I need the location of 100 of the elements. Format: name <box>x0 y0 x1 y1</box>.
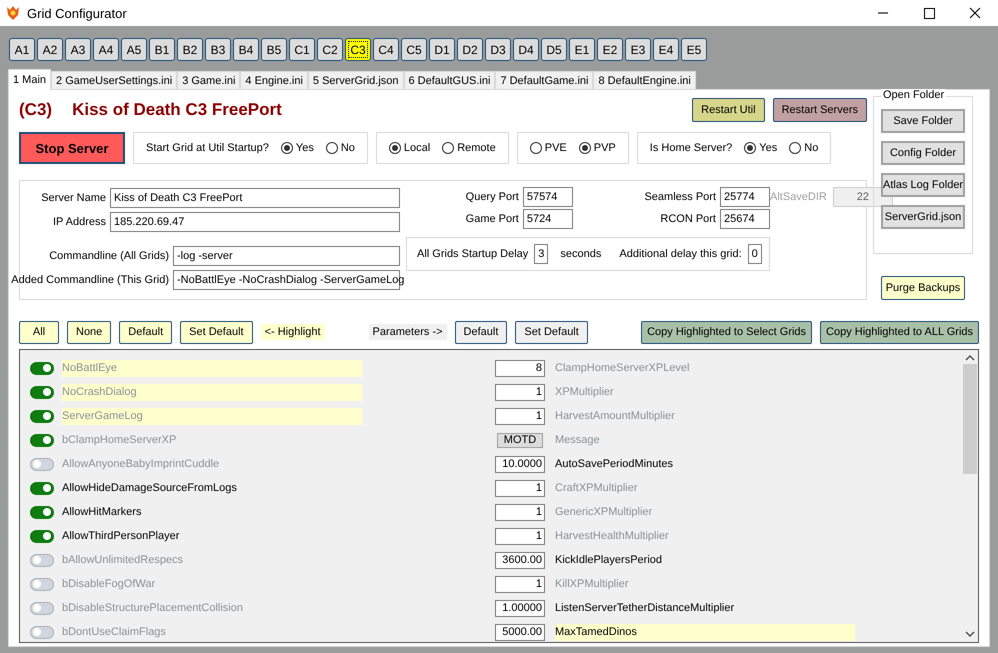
radio-label[interactable]: No <box>804 142 818 154</box>
grid-button[interactable]: A1 <box>9 38 35 61</box>
grid-button[interactable]: E4 <box>653 38 679 61</box>
value-field[interactable]: 1 <box>495 528 545 544</box>
grid-button[interactable]: B1 <box>149 38 175 61</box>
delay-field[interactable]: 3 <box>534 244 548 264</box>
grid-button[interactable]: E5 <box>681 38 707 61</box>
folder-button[interactable]: Atlas Log Folder <box>881 173 965 197</box>
port-field[interactable]: 25774 <box>720 187 770 207</box>
parameters-button[interactable]: Set Default <box>515 320 588 344</box>
grid-button[interactable]: B5 <box>261 38 287 61</box>
grid-button[interactable]: A4 <box>93 38 119 61</box>
radio-label[interactable]: Yes <box>759 142 778 154</box>
value-field[interactable]: 1 <box>495 384 545 400</box>
grid-button[interactable]: E2 <box>597 38 623 61</box>
folder-button[interactable]: Config Folder <box>881 141 965 165</box>
value-field[interactable]: 1 <box>495 504 545 520</box>
radio-label[interactable]: No <box>340 142 355 154</box>
highlight-button[interactable]: Default <box>119 320 172 344</box>
radio-button[interactable] <box>388 142 401 154</box>
motd-button[interactable]: MOTD <box>497 432 543 448</box>
toggle-switch[interactable] <box>30 506 54 518</box>
grid-button[interactable]: C4 <box>373 38 399 61</box>
grid-button[interactable]: B4 <box>233 38 259 61</box>
grid-button[interactable]: A2 <box>37 38 63 61</box>
value-field[interactable]: 3600.00 <box>495 552 545 568</box>
value-field[interactable]: 1 <box>495 480 545 496</box>
tab[interactable]: 7 DefaultGame.ini <box>495 71 594 89</box>
parameters-button[interactable]: Default <box>454 320 508 344</box>
grid-button[interactable]: E1 <box>569 38 595 61</box>
copy-button[interactable]: Copy Highlighted to ALL Grids <box>820 320 979 344</box>
radio-label[interactable]: Remote <box>457 142 496 154</box>
radio-button[interactable] <box>326 142 338 154</box>
toggle-switch[interactable] <box>30 482 54 494</box>
grid-button[interactable]: D4 <box>513 38 539 61</box>
tab[interactable]: 3 Game.ini <box>177 71 240 89</box>
grid-button[interactable]: B3 <box>205 38 231 61</box>
restart-button[interactable]: Restart Servers <box>772 98 867 122</box>
toggle-switch[interactable] <box>30 530 54 542</box>
toggle-switch[interactable] <box>30 602 54 614</box>
toggle-switch[interactable] <box>30 362 54 374</box>
tab[interactable]: 5 ServerGrid.json <box>308 71 404 89</box>
highlight-button[interactable]: All <box>19 320 59 344</box>
toggle-switch[interactable] <box>30 554 54 566</box>
text-field[interactable]: -log -server <box>173 246 400 266</box>
grid-button[interactable]: A3 <box>65 38 91 61</box>
scroll-down-icon[interactable] <box>965 630 975 638</box>
grid-button[interactable]: D2 <box>457 38 483 61</box>
port-field[interactable]: 57574 <box>522 187 573 207</box>
value-field[interactable]: 1 <box>495 576 545 592</box>
folder-button[interactable]: Save Folder <box>881 109 965 133</box>
highlight-button[interactable]: Set Default <box>180 320 253 344</box>
radio-label[interactable]: Yes <box>296 142 314 154</box>
toggle-switch[interactable] <box>30 626 54 638</box>
grid-button[interactable]: D3 <box>485 38 511 61</box>
grid-button[interactable]: C5 <box>401 38 427 61</box>
grid-button[interactable]: C3 <box>345 38 371 61</box>
toggle-switch[interactable] <box>30 458 54 470</box>
toggle-switch[interactable] <box>30 434 54 446</box>
value-field[interactable]: 10.0000 <box>495 456 545 472</box>
radio-button[interactable] <box>530 142 542 154</box>
text-field[interactable]: Kiss of Death C3 FreePort <box>110 188 400 208</box>
purge-backups-button[interactable]: Purge Backups <box>881 276 965 300</box>
tab[interactable]: 8 DefaultEngine.ini <box>593 71 696 89</box>
grid-button[interactable]: C2 <box>317 38 343 61</box>
radio-label[interactable]: PVE <box>544 142 567 154</box>
radio-button[interactable] <box>789 142 802 154</box>
toggle-switch[interactable] <box>30 578 54 590</box>
grid-button[interactable]: D5 <box>541 38 567 61</box>
port-field[interactable]: 5724 <box>522 209 573 229</box>
grid-button[interactable]: D1 <box>429 38 455 61</box>
toggle-switch[interactable] <box>30 410 54 422</box>
value-field[interactable]: 1 <box>495 408 545 424</box>
restart-button[interactable]: Restart Util <box>692 98 765 122</box>
highlight-button[interactable]: None <box>67 320 112 344</box>
tab[interactable]: 1 Main <box>8 69 52 90</box>
tab[interactable]: 6 DefaultGUS.ini <box>404 71 496 89</box>
text-field[interactable]: 185.220.69.47 <box>110 212 400 232</box>
radio-label[interactable]: PVP <box>594 142 616 154</box>
tab[interactable]: 2 GameUserSettings.ini <box>51 71 178 89</box>
grid-button[interactable]: E3 <box>625 38 651 61</box>
value-field[interactable]: 1.00000 <box>495 600 545 616</box>
stop-server-button[interactable]: Stop Server <box>19 132 125 164</box>
scroll-up-icon[interactable] <box>965 354 975 362</box>
radio-button[interactable] <box>744 142 756 154</box>
tab[interactable]: 4 Engine.ini <box>240 71 308 89</box>
port-field[interactable]: 25674 <box>720 209 770 229</box>
grid-button[interactable]: A5 <box>121 38 147 61</box>
copy-button[interactable]: Copy Highlighted to Select Grids <box>641 320 812 344</box>
radio-button[interactable] <box>280 142 293 154</box>
value-field[interactable]: 5000.00 <box>495 624 545 640</box>
radio-button[interactable] <box>442 142 454 154</box>
radio-label[interactable]: Local <box>404 142 430 154</box>
grid-button[interactable]: C1 <box>289 38 315 61</box>
folder-button[interactable]: ServerGrid.json <box>881 205 965 229</box>
radio-button[interactable] <box>578 142 591 154</box>
grid-button[interactable]: B2 <box>177 38 203 61</box>
toggle-switch[interactable] <box>30 386 54 398</box>
value-field[interactable]: 8 <box>495 360 545 376</box>
delay-field[interactable]: 0 <box>748 244 762 264</box>
